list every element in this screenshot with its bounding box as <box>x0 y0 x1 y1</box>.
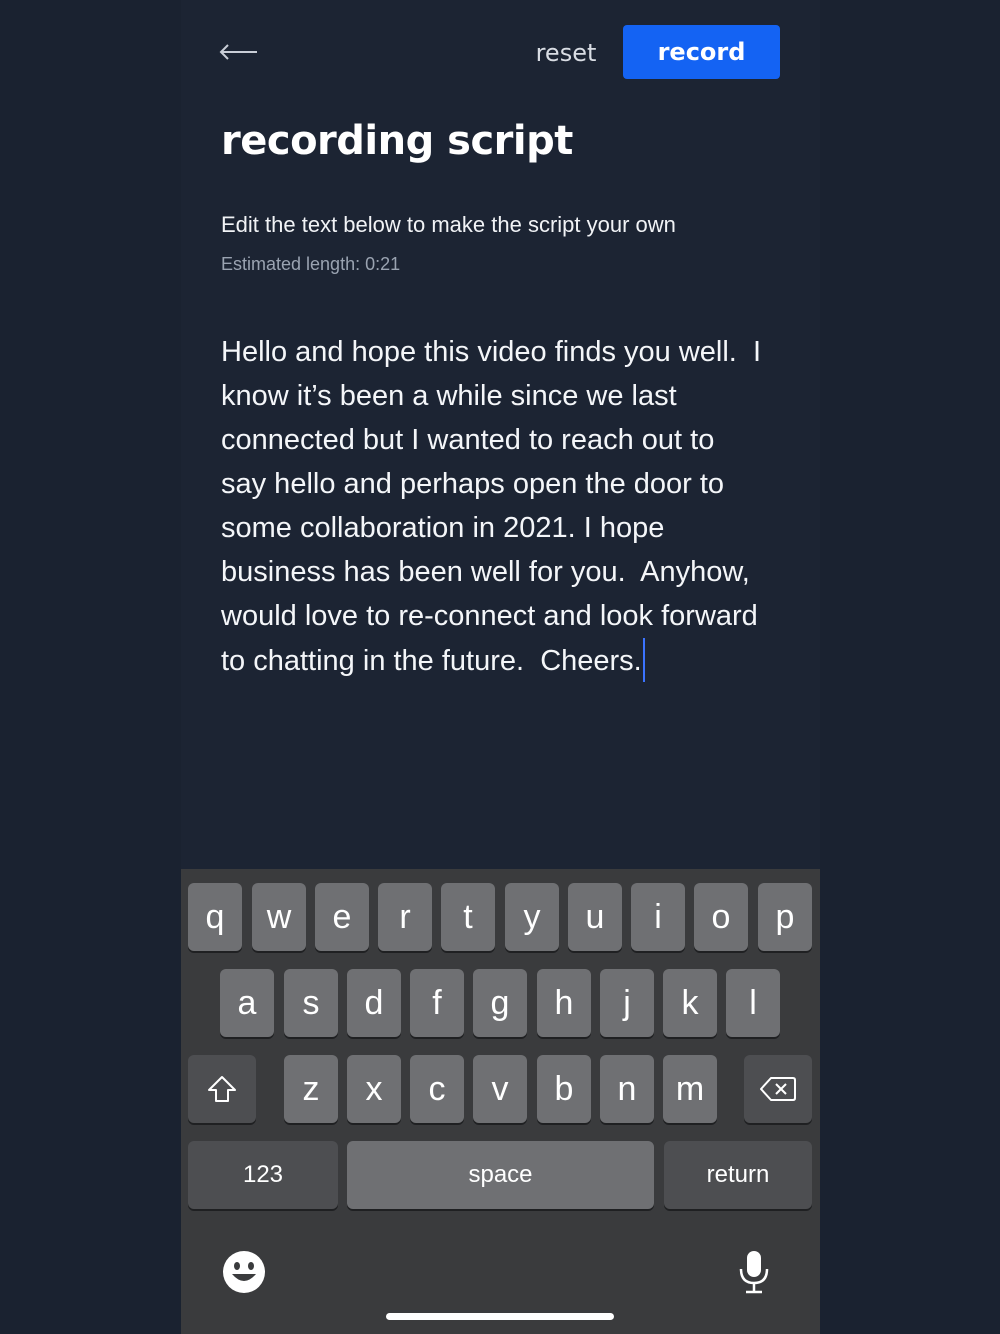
key-u[interactable]: u <box>568 883 622 951</box>
key-z[interactable]: z <box>284 1055 338 1123</box>
on-screen-keyboard: q w e r t y u i o p a s d f g h j k l z … <box>181 869 820 1334</box>
key-a[interactable]: a <box>220 969 274 1037</box>
shift-key[interactable] <box>188 1055 256 1123</box>
key-p[interactable]: p <box>758 883 812 951</box>
return-key[interactable]: return <box>664 1141 812 1209</box>
shift-icon <box>208 1076 236 1102</box>
estimated-length: Estimated length: 0:21 <box>221 254 401 274</box>
key-h[interactable]: h <box>537 969 591 1037</box>
key-r[interactable]: r <box>378 883 432 951</box>
key-y[interactable]: y <box>505 883 559 951</box>
page-title: recording script <box>221 118 573 164</box>
key-g[interactable]: g <box>473 969 527 1037</box>
instruction-text: Edit the text below to make the script y… <box>221 212 676 237</box>
back-button[interactable] <box>219 36 259 68</box>
script-text: Hello and hope this video finds you well… <box>221 336 762 677</box>
microphone-icon <box>739 1251 769 1294</box>
key-c[interactable]: c <box>410 1055 464 1123</box>
dictation-button[interactable] <box>734 1247 774 1297</box>
backspace-icon <box>760 1077 796 1101</box>
key-t[interactable]: t <box>441 883 495 951</box>
key-j[interactable]: j <box>600 969 654 1037</box>
key-n[interactable]: n <box>600 1055 654 1123</box>
record-button[interactable]: record <box>623 25 780 79</box>
back-arrow-icon <box>219 44 257 60</box>
numbers-key[interactable]: 123 <box>188 1141 338 1209</box>
key-e[interactable]: e <box>315 883 369 951</box>
key-i[interactable]: i <box>631 883 685 951</box>
key-o[interactable]: o <box>694 883 748 951</box>
key-l[interactable]: l <box>726 969 780 1037</box>
home-indicator[interactable] <box>386 1313 614 1320</box>
key-f[interactable]: f <box>410 969 464 1037</box>
emoji-button[interactable] <box>221 1249 267 1295</box>
key-b[interactable]: b <box>537 1055 591 1123</box>
script-text-editor[interactable]: Hello and hope this video finds you well… <box>221 330 793 683</box>
emoji-icon <box>223 1251 265 1293</box>
key-w[interactable]: w <box>252 883 306 951</box>
reset-button[interactable]: reset <box>511 30 621 76</box>
key-s[interactable]: s <box>284 969 338 1037</box>
text-caret <box>642 638 645 682</box>
key-d[interactable]: d <box>347 969 401 1037</box>
key-m[interactable]: m <box>663 1055 717 1123</box>
key-x[interactable]: x <box>347 1055 401 1123</box>
space-key[interactable]: space <box>347 1141 654 1209</box>
key-v[interactable]: v <box>473 1055 527 1123</box>
key-q[interactable]: q <box>188 883 242 951</box>
recording-script-screen: reset record recording script Edit the t… <box>181 0 820 1334</box>
backspace-key[interactable] <box>744 1055 812 1123</box>
key-k[interactable]: k <box>663 969 717 1037</box>
